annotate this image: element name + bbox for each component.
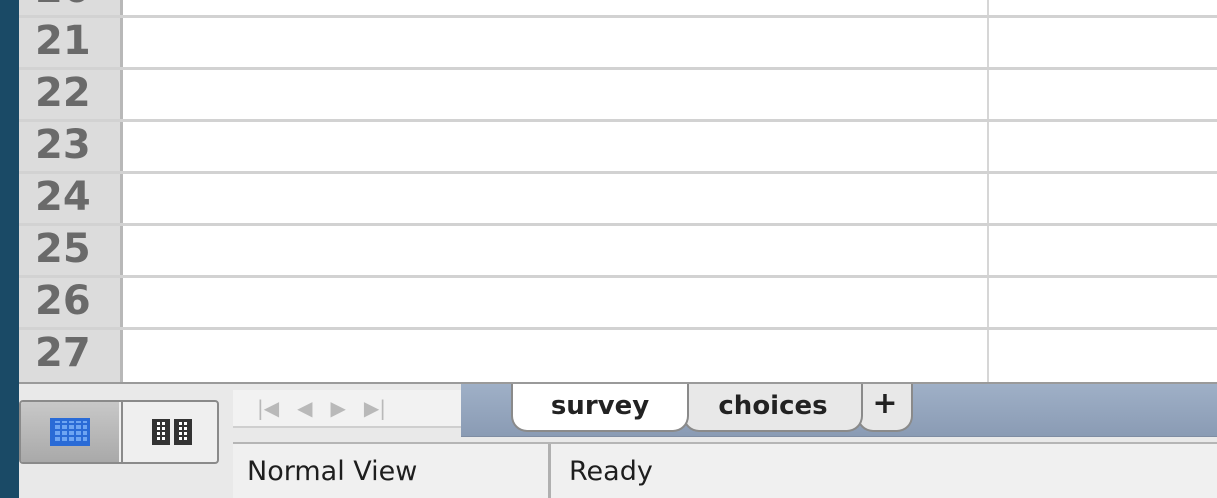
cell[interactable] [123, 0, 989, 15]
page-layout-view-button[interactable] [121, 402, 217, 462]
cell[interactable] [123, 226, 989, 275]
sheet-tab-strip: survey choices + [461, 384, 1217, 437]
cell[interactable] [989, 18, 1217, 67]
sheet-navigation: |◀ ◀ ▶ ▶| [233, 390, 461, 428]
first-sheet-icon[interactable]: |◀ [257, 396, 279, 420]
row-header[interactable]: 27 [19, 330, 123, 382]
view-mode-label: Normal View [233, 444, 551, 498]
cell[interactable] [123, 174, 989, 223]
grid-row: 22 [19, 70, 1217, 122]
row-header[interactable]: 22 [19, 70, 123, 119]
cell[interactable] [989, 70, 1217, 119]
grid-row: 26 [19, 278, 1217, 330]
grid-row: 23 [19, 122, 1217, 174]
last-sheet-icon[interactable]: ▶| [364, 396, 386, 420]
next-sheet-icon[interactable]: ▶ [331, 396, 346, 420]
view-switcher [19, 400, 219, 464]
grid-row: 27 [19, 330, 1217, 382]
spreadsheet-window: 20 21 22 23 24 25 26 [19, 0, 1217, 498]
add-sheet-button[interactable]: + [857, 384, 913, 432]
bottom-bar: |◀ ◀ ▶ ▶| survey choices + Normal View R… [19, 382, 1217, 498]
cell[interactable] [123, 122, 989, 171]
previous-sheet-icon[interactable]: ◀ [297, 396, 312, 420]
cell[interactable] [989, 226, 1217, 275]
grid-row: 21 [19, 18, 1217, 70]
row-header[interactable]: 24 [19, 174, 123, 223]
cell[interactable] [123, 70, 989, 119]
cell[interactable] [989, 278, 1217, 327]
cell[interactable] [989, 330, 1217, 382]
grid-row: 25 [19, 226, 1217, 278]
row-header[interactable]: 25 [19, 226, 123, 275]
row-header[interactable]: 20 [19, 0, 123, 15]
status-text: Ready [569, 456, 653, 487]
tab-choices[interactable]: choices [683, 384, 863, 432]
grid-icon [50, 418, 90, 446]
cell[interactable] [989, 122, 1217, 171]
grid-row: 24 [19, 174, 1217, 226]
tab-survey[interactable]: survey [511, 384, 689, 432]
cell[interactable] [989, 0, 1217, 15]
sheet-grid: 20 21 22 23 24 25 26 [19, 0, 1217, 382]
row-header[interactable]: 21 [19, 18, 123, 67]
row-header[interactable]: 23 [19, 122, 123, 171]
status-bar: Normal View Ready [233, 442, 1217, 498]
cell[interactable] [123, 18, 989, 67]
cell[interactable] [123, 330, 989, 382]
page-layout-icon [152, 419, 192, 445]
normal-view-button[interactable] [21, 402, 119, 462]
row-header[interactable]: 26 [19, 278, 123, 327]
cell[interactable] [989, 174, 1217, 223]
cell[interactable] [123, 278, 989, 327]
grid-row: 20 [19, 0, 1217, 18]
